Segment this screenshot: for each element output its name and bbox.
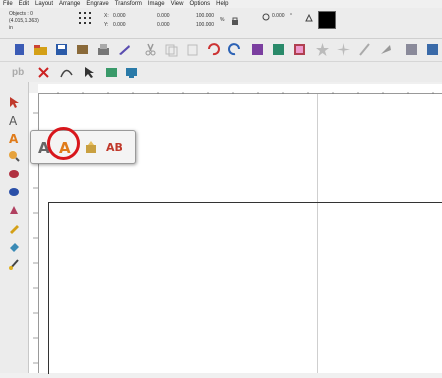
- menu-edit[interactable]: Edit: [16, 1, 32, 7]
- shape-icon[interactable]: [104, 65, 119, 80]
- copy-icon[interactable]: [164, 42, 179, 57]
- color-swatch[interactable]: [318, 11, 336, 29]
- ellipse-tool-icon[interactable]: [7, 185, 21, 199]
- y-label: Y:: [104, 22, 109, 28]
- svg-text:AB: AB: [106, 141, 122, 154]
- anchor-grid-icon[interactable]: [78, 11, 92, 25]
- redo-icon[interactable]: [227, 42, 242, 57]
- menu-file[interactable]: File: [0, 1, 16, 7]
- svg-text:A: A: [9, 114, 18, 126]
- menu-bar: File Edit Layout Arrange Engrave Transform Ima…: [0, 0, 442, 8]
- curve-icon[interactable]: [59, 65, 74, 80]
- laser-icon[interactable]: [357, 42, 372, 57]
- more-icon[interactable]: [425, 42, 440, 57]
- cursor-coords: (4.015,1.363): [9, 18, 39, 24]
- height-field[interactable]: 0.000: [157, 22, 170, 28]
- svg-text:A: A: [9, 132, 19, 144]
- text-tool-icon[interactable]: A: [7, 113, 21, 127]
- angle-field[interactable]: 0.000: [272, 13, 285, 19]
- save-icon[interactable]: [54, 42, 69, 57]
- fill-tool-icon[interactable]: [7, 203, 21, 217]
- menu-image[interactable]: Image: [145, 1, 168, 7]
- image-icon[interactable]: [292, 42, 307, 57]
- menu-help[interactable]: Help: [213, 1, 231, 7]
- objects-count: Objects : 0: [9, 11, 33, 17]
- bitmap-icon[interactable]: [250, 42, 265, 57]
- y-field[interactable]: 0.000: [113, 22, 126, 28]
- paste-icon[interactable]: [185, 42, 200, 57]
- scale-unit: %: [220, 17, 225, 23]
- disconnect-icon[interactable]: [36, 65, 51, 80]
- secondary-toolbar: pb: [0, 62, 442, 82]
- toolbox: A A: [0, 82, 29, 373]
- open-folder-icon[interactable]: [33, 42, 48, 57]
- sparkle-icon[interactable]: [336, 42, 351, 57]
- menu-engrave[interactable]: Engrave: [83, 1, 111, 7]
- options-icon[interactable]: [404, 42, 419, 57]
- scale-height-field[interactable]: 100.000: [196, 22, 214, 28]
- angle-unit: °: [290, 13, 292, 19]
- text-tool-flyout: A A AB: [30, 130, 136, 164]
- cut-path-icon[interactable]: [378, 42, 393, 57]
- pb-label: pb: [12, 67, 25, 78]
- shape-tool-icon[interactable]: [7, 167, 21, 181]
- highlight-circle: [47, 127, 80, 160]
- print-icon[interactable]: [117, 42, 132, 57]
- mirror-icon[interactable]: [305, 13, 313, 22]
- text-orange-tool-icon[interactable]: A: [7, 131, 21, 145]
- lock-ratio-icon[interactable]: [230, 16, 240, 26]
- unit-label: in: [9, 25, 13, 31]
- export-icon[interactable]: [96, 42, 111, 57]
- standard-toolbar: [0, 39, 442, 62]
- x-label: X:: [104, 13, 109, 19]
- cut-icon[interactable]: [143, 42, 158, 57]
- node-edit-icon[interactable]: [271, 42, 286, 57]
- horizontal-ruler: [38, 84, 442, 97]
- pencil-tool-icon[interactable]: [7, 221, 21, 235]
- brush-tool-icon[interactable]: [7, 257, 21, 271]
- scale-width-field[interactable]: 100.000: [196, 13, 214, 19]
- menu-transform[interactable]: Transform: [112, 1, 145, 7]
- import-icon[interactable]: [75, 42, 90, 57]
- zoom-tool-icon[interactable]: [7, 149, 21, 163]
- monitor-icon[interactable]: [124, 65, 139, 80]
- menu-view[interactable]: View: [168, 1, 187, 7]
- x-field[interactable]: 0.000: [113, 13, 126, 19]
- undo-icon[interactable]: [206, 42, 221, 57]
- eraser-tool-icon[interactable]: [7, 239, 21, 253]
- page-boundary: [48, 202, 442, 374]
- select-tool-icon[interactable]: [7, 95, 21, 109]
- menu-options[interactable]: Options: [186, 1, 213, 7]
- star-tool-icon[interactable]: [315, 42, 330, 57]
- property-bar: Objects : 0 (4.015,1.363) in X: 0.000 Y:…: [0, 8, 442, 39]
- width-field[interactable]: 0.000: [157, 13, 170, 19]
- rotate-icon: [262, 13, 270, 21]
- menu-arrange[interactable]: Arrange: [56, 1, 83, 7]
- flyout-text-path-icon[interactable]: [84, 139, 100, 155]
- new-file-icon[interactable]: [12, 42, 27, 57]
- pointer-node-icon[interactable]: [82, 65, 97, 80]
- flyout-text-box-icon[interactable]: AB: [106, 139, 122, 155]
- menu-layout[interactable]: Layout: [32, 1, 56, 7]
